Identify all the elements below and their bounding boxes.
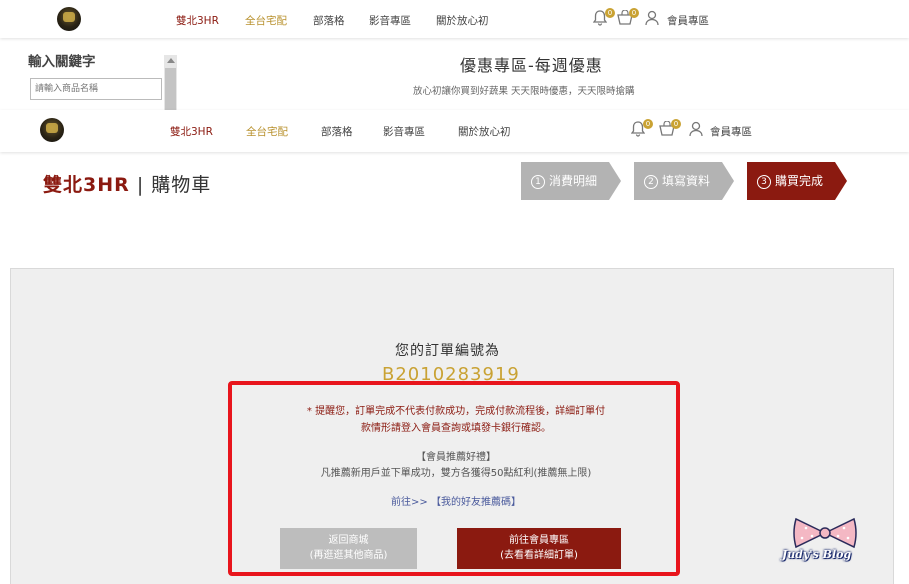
step-fill-info: 2 填寫資料 [634,162,734,200]
cart-heading: 雙北3HR | 購物車 [43,170,211,197]
nav-item-about[interactable]: 關於放心初 [436,13,489,28]
step-label: 消費明細 [549,174,598,188]
step-label: 填寫資料 [662,174,711,188]
step-number: 2 [644,174,658,189]
nav-item-about[interactable]: 關於放心初 [458,124,511,139]
bow-icon [793,517,857,549]
search-panel: 輸入關鍵字 [28,50,178,100]
nav-item-taipei-3hr[interactable]: 雙北3HR [176,13,219,28]
member-link[interactable]: 會員專區 [710,124,752,139]
cart-region: 雙北3HR [43,174,130,196]
sticky-nav: 雙北3HR 全台宅配 部落格 影音專區 關於放心初 0 0 會員專區 [0,110,909,152]
step-number: 1 [531,174,545,189]
nav-item-delivery[interactable]: 全台宅配 [246,124,288,139]
search-input[interactable] [30,78,162,100]
nav-item-taipei-3hr[interactable]: 雙北3HR [170,124,213,139]
order-label: 您的訂單編號為 [395,343,500,359]
bell-icon[interactable]: 0 [630,119,653,139]
step-label: 購買完成 [775,174,824,188]
highlight-annotation [228,381,680,576]
cart-badge: 0 [671,119,681,129]
nav-item-video[interactable]: 影音專區 [369,13,411,28]
cart-icon[interactable]: 0 [659,119,681,139]
watermark-text: Judy's Blog [782,548,852,561]
top-nav: 雙北3HR 全台宅配 部落格 影音專區 關於放心初 0 0 會員專區 [0,0,909,38]
promo-title: 優惠專區-每週優惠 [460,56,603,75]
scrollbar-thumb[interactable] [165,68,176,110]
bell-badge: 0 [605,8,615,18]
cart-badge: 0 [629,8,639,18]
step-complete: 3 購買完成 [747,162,847,200]
user-icon[interactable] [645,10,663,28]
nav-item-blog[interactable]: 部落格 [321,124,353,139]
cart-icon[interactable]: 0 [617,8,639,28]
cart-title: 購物車 [151,174,212,196]
member-link[interactable]: 會員專區 [667,13,709,28]
bell-badge: 0 [643,119,653,129]
nav-item-blog[interactable]: 部落格 [313,13,345,28]
bell-icon[interactable]: 0 [592,8,615,28]
step-details: 1 消費明細 [521,162,621,200]
nav-item-delivery[interactable]: 全台宅配 [245,13,287,28]
scroll-up-arrow-icon[interactable] [167,58,175,63]
cart-separator: | [136,174,145,196]
site-logo[interactable] [57,7,81,31]
user-icon[interactable] [689,121,707,139]
promo-subtitle: 放心初讓你買到好蔬果 天天限時優惠，天天限時搶購 [413,86,635,97]
nav-item-video[interactable]: 影音專區 [383,124,425,139]
site-logo-sticky[interactable] [40,118,64,142]
step-number: 3 [757,174,771,189]
search-title: 輸入關鍵字 [28,54,96,70]
